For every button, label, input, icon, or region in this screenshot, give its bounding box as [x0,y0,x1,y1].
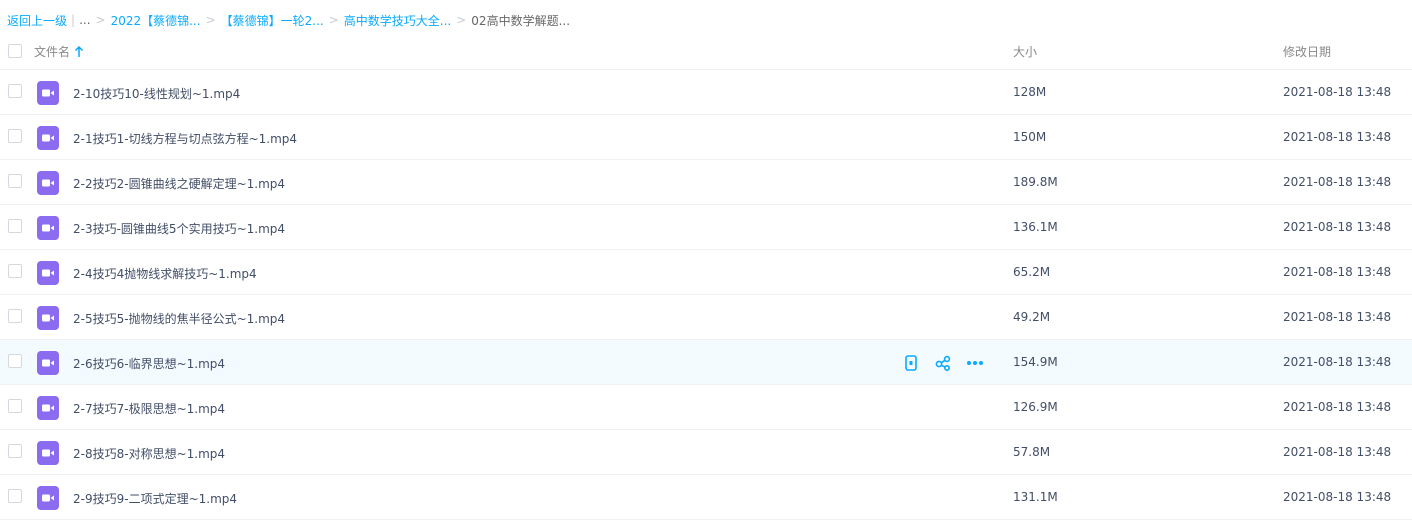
row-checkbox[interactable] [8,399,22,413]
row-checkbox[interactable] [8,444,22,458]
breadcrumb-ellipsis[interactable]: ... [79,13,90,27]
file-name[interactable]: 2-2技巧2-圆锥曲线之硬解定理~1.mp4 [73,175,285,192]
file-name[interactable]: 2-5技巧5-抛物线的焦半径公式~1.mp4 [73,310,285,327]
file-size: 128M [1013,85,1047,99]
row-checkbox[interactable] [8,129,22,143]
column-header-size[interactable]: 大小 [1013,43,1037,60]
file-date: 2021-08-18 13:48 [1283,85,1392,99]
file-name[interactable]: 2-1技巧1-切线方程与切点弦方程~1.mp4 [73,130,297,147]
file-date: 2021-08-18 13:48 [1283,310,1392,324]
file-size: 154.9M [1013,355,1058,369]
file-size: 131.1M [1013,490,1058,504]
file-name[interactable]: 2-8技巧8-对称思想~1.mp4 [73,445,225,462]
file-row[interactable]: 2-9技巧9-二项式定理~1.mp4 131.1M 2021-08-18 13:… [0,475,1412,520]
phone-icon[interactable] [902,354,920,372]
file-size: 150M [1013,130,1047,144]
video-file-icon [37,486,59,510]
breadcrumb-item[interactable]: 2022【蔡德锦... [111,12,201,29]
breadcrumb-separator: > [456,13,467,27]
more-icon[interactable] [966,354,984,372]
file-name[interactable]: 2-7技巧7-极限思想~1.mp4 [73,400,225,417]
back-link[interactable]: 返回上一级 [7,12,67,29]
row-actions [902,354,984,372]
file-name[interactable]: 2-9技巧9-二项式定理~1.mp4 [73,490,237,507]
video-file-icon [37,126,59,150]
file-row[interactable]: 2-3技巧-圆锥曲线5个实用技巧~1.mp4 136.1M 2021-08-18… [0,205,1412,250]
file-date: 2021-08-18 13:48 [1283,220,1392,234]
video-file-icon [37,171,59,195]
file-name[interactable]: 2-3技巧-圆锥曲线5个实用技巧~1.mp4 [73,220,285,237]
file-row[interactable]: 2-10技巧10-线性规划~1.mp4 128M 2021-08-18 13:4… [0,70,1412,115]
file-row[interactable]: 2-8技巧8-对称思想~1.mp4 57.8M 2021-08-18 13:48 [0,430,1412,475]
breadcrumb-item[interactable]: 【蔡德锦】一轮2... [221,12,324,29]
row-checkbox[interactable] [8,489,22,503]
file-row[interactable]: 2-1技巧1-切线方程与切点弦方程~1.mp4 150M 2021-08-18 … [0,115,1412,160]
file-size: 49.2M [1013,310,1051,324]
breadcrumb-separator: > [328,13,339,27]
breadcrumb-separator: > [205,13,216,27]
file-row[interactable]: 2-4技巧4抛物线求解技巧~1.mp4 65.2M 2021-08-18 13:… [0,250,1412,295]
file-size: 136.1M [1013,220,1058,234]
video-file-icon [37,351,59,375]
file-row[interactable]: 2-7技巧7-极限思想~1.mp4 126.9M 2021-08-18 13:4… [0,385,1412,430]
share-icon[interactable] [934,354,952,372]
file-date: 2021-08-18 13:48 [1283,355,1392,369]
file-name[interactable]: 2-6技巧6-临界思想~1.mp4 [73,355,225,372]
row-checkbox[interactable] [8,264,22,278]
breadcrumb-item[interactable]: 高中数学技巧大全... [344,12,451,29]
column-header-name[interactable]: 文件名 [34,43,84,60]
file-date: 2021-08-18 13:48 [1283,130,1392,144]
breadcrumb-pipe: | [71,13,76,27]
video-file-icon [37,396,59,420]
row-checkbox[interactable] [8,354,22,368]
file-size: 189.8M [1013,175,1058,189]
row-checkbox[interactable] [8,309,22,323]
file-size: 57.8M [1013,445,1051,459]
file-date: 2021-08-18 13:48 [1283,400,1392,414]
video-file-icon [37,81,59,105]
file-list: 2-10技巧10-线性规划~1.mp4 128M 2021-08-18 13:4… [0,70,1412,520]
file-date: 2021-08-18 13:48 [1283,445,1392,459]
video-file-icon [37,441,59,465]
file-list-header: 文件名 大小 修改日期 [0,34,1412,70]
breadcrumb: 返回上一级 | ... > 2022【蔡德锦... > 【蔡德锦】一轮2... … [7,12,570,28]
file-name[interactable]: 2-10技巧10-线性规划~1.mp4 [73,85,240,102]
file-size: 65.2M [1013,265,1051,279]
breadcrumb-separator: > [95,13,106,27]
row-checkbox[interactable] [8,174,22,188]
video-file-icon [37,216,59,240]
file-row[interactable]: 2-5技巧5-抛物线的焦半径公式~1.mp4 49.2M 2021-08-18 … [0,295,1412,340]
column-header-date[interactable]: 修改日期 [1283,43,1331,60]
video-file-icon [37,306,59,330]
column-header-name-label: 文件名 [34,45,71,59]
file-size: 126.9M [1013,400,1058,414]
file-name[interactable]: 2-4技巧4抛物线求解技巧~1.mp4 [73,265,257,282]
file-row[interactable]: 2-6技巧6-临界思想~1.mp4 154.9M 2021-08-18 13:4… [0,340,1412,385]
breadcrumb-current: 02高中数学解题... [471,13,571,28]
file-date: 2021-08-18 13:48 [1283,265,1392,279]
file-row[interactable]: 2-2技巧2-圆锥曲线之硬解定理~1.mp4 189.8M 2021-08-18… [0,160,1412,205]
row-checkbox[interactable] [8,219,22,233]
video-file-icon [37,261,59,285]
row-checkbox[interactable] [8,84,22,98]
file-date: 2021-08-18 13:48 [1283,175,1392,189]
arrow-up-icon[interactable] [74,45,84,58]
select-all-checkbox[interactable] [8,44,22,58]
file-date: 2021-08-18 13:48 [1283,490,1392,504]
